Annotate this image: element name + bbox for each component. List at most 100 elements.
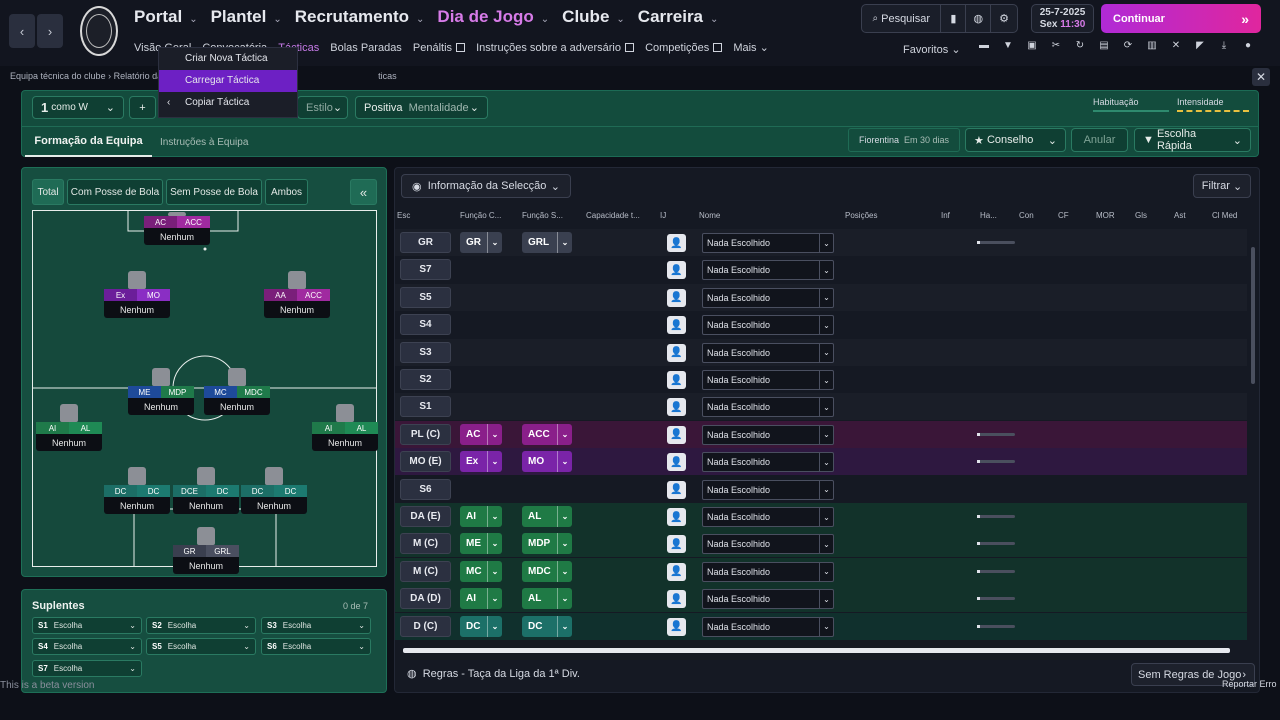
continue-button[interactable]: Continuar » — [1101, 4, 1261, 33]
table-row[interactable]: S6 👤 Nada Escolhido ⌄ — [395, 475, 1247, 503]
nav-item-1[interactable]: Plantel ⌄ — [211, 7, 282, 27]
player-slot[interactable]: Ex MO Nenhum — [104, 271, 170, 318]
substitute-select[interactable]: S1 Escolha ⌄ — [32, 617, 142, 634]
duty-select[interactable]: ACC ⌄ — [522, 423, 572, 445]
person-icon[interactable]: 👤 — [667, 398, 686, 417]
player-slot[interactable]: DCE DC Nenhum — [173, 467, 239, 514]
person-icon[interactable]: 👤 — [667, 508, 686, 526]
column-header[interactable]: Gls — [1135, 211, 1147, 220]
person-icon[interactable]: 👤 — [667, 562, 686, 581]
game-date[interactable]: 25-7-2025 Sex 11:30 — [1031, 4, 1094, 33]
substitute-select[interactable]: S2 Escolha ⌄ — [146, 617, 256, 634]
player-slot[interactable]: AI AL Nenhum — [312, 404, 378, 451]
subnav-set-pieces[interactable]: Bolas Paradas — [330, 42, 402, 54]
column-header[interactable]: CF — [1058, 211, 1069, 220]
tab-in-possession[interactable]: Com Posse de Bola — [67, 179, 163, 205]
settings-button[interactable]: ⚙ — [991, 5, 1017, 32]
person-icon[interactable]: 👤 — [667, 261, 686, 280]
player-slot[interactable]: AC ACC Nenhum — [144, 212, 210, 245]
table-row[interactable]: M (C) MC ⌄ MDC ⌄ 👤 Nada Escolhido ⌄ — [395, 557, 1247, 585]
mentality-select[interactable]: Positiva Mentalidade ⌄ — [355, 96, 488, 119]
player-select[interactable]: Nada Escolhido ⌄ — [702, 342, 834, 363]
table-row[interactable]: S3 👤 Nada Escolhido ⌄ — [395, 338, 1247, 366]
notebook-button[interactable]: ▮ — [941, 5, 967, 32]
duty-select[interactable]: MDC ⌄ — [522, 560, 572, 582]
table-row[interactable]: DA (D) AI ⌄ AL ⌄ 👤 Nada Escolhido ⌄ — [395, 585, 1247, 613]
player-select[interactable]: Nada Escolhido ⌄ — [702, 616, 834, 637]
substitute-select[interactable]: S7 Escolha ⌄ — [32, 660, 142, 677]
collapse-panel-button[interactable]: « — [350, 179, 377, 205]
column-header[interactable]: Esc — [397, 211, 410, 220]
report-bug-link[interactable]: Reportar Erro — [1222, 679, 1277, 689]
player-slot[interactable]: GR GRL Nenhum — [173, 527, 239, 574]
duty-select[interactable]: DC ⌄ — [522, 615, 572, 637]
position-button[interactable]: S6 — [400, 478, 451, 500]
column-header[interactable]: Função S... — [522, 211, 563, 220]
quick-pick-button[interactable]: ▼ Escolha Rápida ⌄ — [1134, 128, 1251, 152]
selection-info-dropdown[interactable]: ◉ Informação da Selecção ⌄ — [401, 174, 571, 198]
subnav-opposition[interactable]: Instruções sobre a adversário — [476, 42, 634, 54]
person-icon[interactable]: 👤 — [667, 590, 686, 609]
subnav-competitions[interactable]: Competições — [645, 42, 723, 54]
person-icon[interactable]: 👤 — [667, 234, 686, 252]
role-select[interactable]: AI ⌄ — [460, 506, 502, 527]
shirt-icon[interactable]: ▼ — [996, 40, 1020, 51]
forward-arrow-icon[interactable]: › — [37, 14, 63, 48]
refresh-icon[interactable]: ↻ — [1068, 40, 1092, 51]
undo-button[interactable]: Anular — [1071, 128, 1128, 152]
position-button[interactable]: M (C) — [400, 533, 451, 555]
subnav-penalties[interactable]: Penáltis — [413, 42, 466, 54]
person-icon[interactable]: 👤 — [667, 453, 686, 472]
position-button[interactable]: DA (D) — [400, 588, 451, 610]
board-icon[interactable]: ▣ — [1020, 40, 1044, 51]
person-icon[interactable]: 👤 — [667, 371, 686, 389]
column-header[interactable]: Nome — [699, 211, 720, 220]
table-row[interactable]: D (C) DC ⌄ DC ⌄ 👤 Nada Escolhido ⌄ — [395, 612, 1247, 640]
player-slot[interactable]: DC DC Nenhum — [241, 467, 307, 514]
position-button[interactable]: GR — [400, 232, 451, 253]
handshake-icon[interactable]: ✕ — [1164, 40, 1188, 51]
download-icon[interactable]: ⤓ — [1212, 40, 1236, 51]
message-icon[interactable]: ▬ — [972, 40, 996, 51]
position-button[interactable]: S5 — [400, 286, 451, 308]
tab-out-of-possession[interactable]: Sem Posse de Bola — [166, 179, 262, 205]
menu-item-copy-tactic[interactable]: ‹ Copiar Táctica — [159, 92, 297, 114]
player-select[interactable]: Nada Escolhido ⌄ — [702, 370, 834, 390]
player-select[interactable]: Nada Escolhido ⌄ — [702, 287, 834, 308]
document-icon[interactable]: ▥ — [1140, 40, 1164, 51]
bear-icon[interactable]: ● — [1236, 40, 1260, 51]
horizontal-scrollbar[interactable] — [403, 648, 1230, 653]
player-select[interactable]: Nada Escolhido ⌄ — [702, 397, 834, 418]
duty-select[interactable]: MDP ⌄ — [522, 533, 572, 555]
menu-item-load-tactic[interactable]: Carregar Táctica — [159, 70, 297, 92]
tab-team-instructions[interactable]: Instruções à Equipa — [160, 127, 250, 157]
breadcrumb-item[interactable]: Equipa técnica do clube — [10, 71, 106, 81]
role-select[interactable]: AI ⌄ — [460, 588, 502, 610]
scissors-icon[interactable]: ✂ — [1044, 40, 1068, 51]
table-row[interactable]: PL (C) AC ⌄ ACC ⌄ 👤 Nada Escolhido ⌄ — [395, 420, 1247, 448]
column-header[interactable]: Con — [1019, 211, 1034, 220]
column-header[interactable]: Posições — [845, 211, 877, 220]
next-opponent[interactable]: Fiorentina Em 30 dias — [848, 128, 960, 152]
role-select[interactable]: DC ⌄ — [460, 615, 502, 637]
person-icon[interactable]: 👤 — [667, 425, 686, 444]
person-icon[interactable]: 👤 — [667, 316, 686, 335]
tab-total[interactable]: Total — [32, 179, 64, 205]
column-header[interactable]: Função C... — [460, 211, 501, 220]
table-row[interactable]: M (C) ME ⌄ MDP ⌄ 👤 Nada Escolhido ⌄ — [395, 530, 1247, 558]
nav-item-2[interactable]: Recrutamento ⌄ — [295, 7, 425, 27]
substitute-select[interactable]: S3 Escolha ⌄ — [261, 617, 371, 634]
position-button[interactable]: PL (C) — [400, 423, 451, 445]
column-header[interactable]: Ast — [1174, 211, 1186, 220]
nav-item-4[interactable]: Clube ⌄ — [562, 7, 625, 27]
megaphone-icon[interactable]: ◤ — [1188, 40, 1212, 51]
column-header[interactable]: Capacidade t... — [586, 211, 640, 220]
table-row[interactable]: DA (E) AI ⌄ AL ⌄ 👤 Nada Escolhido ⌄ — [395, 503, 1247, 530]
familiarity-meter[interactable]: Habituação — [1093, 97, 1169, 112]
player-slot[interactable]: MC MDC Nenhum — [204, 368, 270, 415]
substitute-select[interactable]: S6 Escolha ⌄ — [261, 638, 371, 655]
sync-icon[interactable]: ⟳ — [1116, 40, 1140, 51]
player-slot[interactable]: ME MDP Nenhum — [128, 368, 194, 415]
favorites-dropdown[interactable]: Favoritos ⌄ — [903, 43, 961, 56]
player-select[interactable]: Nada Escolhido ⌄ — [702, 561, 834, 582]
